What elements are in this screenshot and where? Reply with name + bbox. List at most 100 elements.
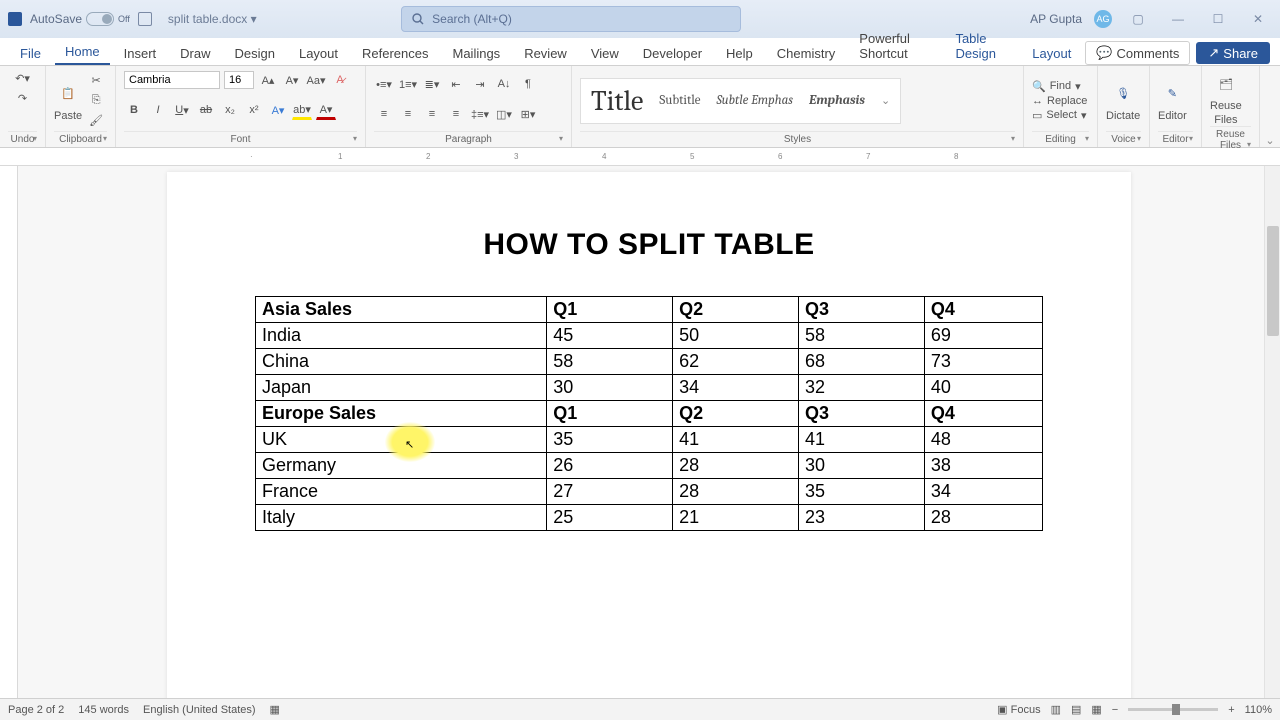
print-layout-icon[interactable]: ▤: [1071, 703, 1081, 716]
tab-chemistry[interactable]: Chemistry: [767, 42, 846, 65]
cell[interactable]: 38: [924, 453, 1042, 479]
language-indicator[interactable]: English (United States): [143, 704, 256, 716]
styles-more-icon[interactable]: ⌄: [881, 94, 890, 107]
scrollbar-thumb[interactable]: [1267, 226, 1279, 336]
focus-mode-button[interactable]: ▣ Focus: [997, 703, 1040, 716]
autosave-toggle[interactable]: AutoSave Off: [30, 12, 130, 26]
maximize-icon[interactable]: ☐: [1204, 5, 1232, 33]
page-scroll-area[interactable]: HOW TO SPLIT TABLE Asia Sales Q1 Q2 Q3 Q…: [18, 166, 1280, 706]
zoom-thumb[interactable]: [1172, 704, 1180, 715]
tab-home[interactable]: Home: [55, 40, 110, 65]
italic-button[interactable]: I: [148, 100, 168, 120]
style-subtitle[interactable]: Subtitle: [659, 93, 700, 108]
format-painter-icon[interactable]: 🖌: [88, 113, 104, 129]
cell[interactable]: 41: [799, 427, 925, 453]
styles-gallery[interactable]: Title Subtitle Subtle Emphas Emphasis ⌄: [580, 78, 901, 124]
font-name-input[interactable]: [124, 71, 220, 89]
tab-design[interactable]: Design: [225, 42, 285, 65]
document-name[interactable]: split table.docx ▾: [168, 12, 257, 26]
undo-icon[interactable]: ↶▾: [15, 70, 31, 86]
tab-references[interactable]: References: [352, 42, 438, 65]
cell[interactable]: China: [256, 349, 547, 375]
cell[interactable]: 35: [799, 479, 925, 505]
cell[interactable]: 23: [799, 505, 925, 531]
search-input[interactable]: Search (Alt+Q): [401, 6, 741, 32]
style-title[interactable]: Title: [591, 85, 643, 117]
strike-button[interactable]: ab: [196, 100, 216, 120]
align-left-icon[interactable]: ≡: [374, 104, 394, 124]
cell[interactable]: Q3: [799, 401, 925, 427]
cell[interactable]: 58: [547, 349, 673, 375]
read-mode-icon[interactable]: ▥: [1051, 703, 1061, 716]
tab-view[interactable]: View: [581, 42, 629, 65]
cell[interactable]: 45: [547, 323, 673, 349]
superscript-button[interactable]: x²: [244, 100, 264, 120]
cell[interactable]: Q3: [799, 297, 925, 323]
increase-indent-icon[interactable]: ⇥: [470, 74, 490, 94]
multilevel-icon[interactable]: ≣▾: [422, 74, 442, 94]
style-emphasis[interactable]: Emphasis: [809, 93, 865, 108]
cell[interactable]: 50: [673, 323, 799, 349]
copy-icon[interactable]: ⎘: [88, 93, 104, 109]
cell[interactable]: 69: [924, 323, 1042, 349]
zoom-slider[interactable]: [1128, 708, 1218, 711]
comments-button[interactable]: 💬 Comments: [1085, 41, 1190, 65]
save-icon[interactable]: [138, 12, 152, 26]
close-icon[interactable]: ✕: [1244, 5, 1272, 33]
zoom-in-button[interactable]: +: [1228, 704, 1234, 716]
cell[interactable]: 34: [673, 375, 799, 401]
select-button[interactable]: ▭Select▾: [1032, 109, 1087, 122]
paste-button[interactable]: 📋 Paste: [54, 80, 82, 122]
document-title[interactable]: HOW TO SPLIT TABLE: [255, 228, 1043, 262]
sales-table[interactable]: Asia Sales Q1 Q2 Q3 Q4 India45505869 Chi…: [255, 296, 1043, 531]
cell[interactable]: Q4: [924, 297, 1042, 323]
cell[interactable]: Asia Sales: [256, 297, 547, 323]
cell[interactable]: 28: [673, 453, 799, 479]
show-marks-icon[interactable]: ¶: [518, 74, 538, 94]
cell[interactable]: Q1: [547, 401, 673, 427]
cell[interactable]: 27: [547, 479, 673, 505]
page-indicator[interactable]: Page 2 of 2: [8, 704, 64, 716]
decrease-indent-icon[interactable]: ⇤: [446, 74, 466, 94]
tab-developer[interactable]: Developer: [633, 42, 712, 65]
cut-icon[interactable]: ✂: [88, 73, 104, 89]
cell[interactable]: 28: [673, 479, 799, 505]
cell[interactable]: 32: [799, 375, 925, 401]
cell[interactable]: 21: [673, 505, 799, 531]
clear-format-icon[interactable]: A̷: [330, 70, 350, 90]
minimize-icon[interactable]: —: [1164, 5, 1192, 33]
tab-file[interactable]: File: [10, 42, 51, 65]
zoom-level[interactable]: 110%: [1245, 704, 1272, 716]
justify-icon[interactable]: ≡: [446, 104, 466, 124]
highlight-icon[interactable]: ab▾: [292, 100, 312, 120]
cell[interactable]: Q2: [673, 401, 799, 427]
reuse-files-button[interactable]: 🗂ReuseFiles: [1210, 70, 1242, 126]
cell[interactable]: 34: [924, 479, 1042, 505]
tab-powerful-shortcut[interactable]: Powerful Shortcut: [849, 27, 941, 65]
cell[interactable]: 40: [924, 375, 1042, 401]
vertical-scrollbar[interactable]: [1264, 166, 1280, 698]
cell[interactable]: 25: [547, 505, 673, 531]
cell[interactable]: Q4: [924, 401, 1042, 427]
tab-insert[interactable]: Insert: [114, 42, 167, 65]
font-size-input[interactable]: [224, 71, 254, 89]
ribbon-mode-icon[interactable]: ▢: [1124, 5, 1152, 33]
cell[interactable]: 26: [547, 453, 673, 479]
word-count[interactable]: 145 words: [78, 704, 129, 716]
tab-draw[interactable]: Draw: [170, 42, 220, 65]
change-case-icon[interactable]: Aa▾: [306, 70, 326, 90]
cell[interactable]: Italy: [256, 505, 547, 531]
dictate-button[interactable]: 🎙Dictate: [1106, 80, 1140, 122]
page[interactable]: HOW TO SPLIT TABLE Asia Sales Q1 Q2 Q3 Q…: [167, 172, 1131, 706]
cell[interactable]: 41: [673, 427, 799, 453]
bold-button[interactable]: B: [124, 100, 144, 120]
underline-button[interactable]: U▾: [172, 100, 192, 120]
tab-table-design[interactable]: Table Design: [945, 27, 1018, 65]
tab-review[interactable]: Review: [514, 42, 577, 65]
numbering-icon[interactable]: 1≡▾: [398, 74, 418, 94]
shrink-font-icon[interactable]: A▾: [282, 70, 302, 90]
cell[interactable]: 62: [673, 349, 799, 375]
tab-help[interactable]: Help: [716, 42, 763, 65]
bullets-icon[interactable]: •≡▾: [374, 74, 394, 94]
grow-font-icon[interactable]: A▴: [258, 70, 278, 90]
